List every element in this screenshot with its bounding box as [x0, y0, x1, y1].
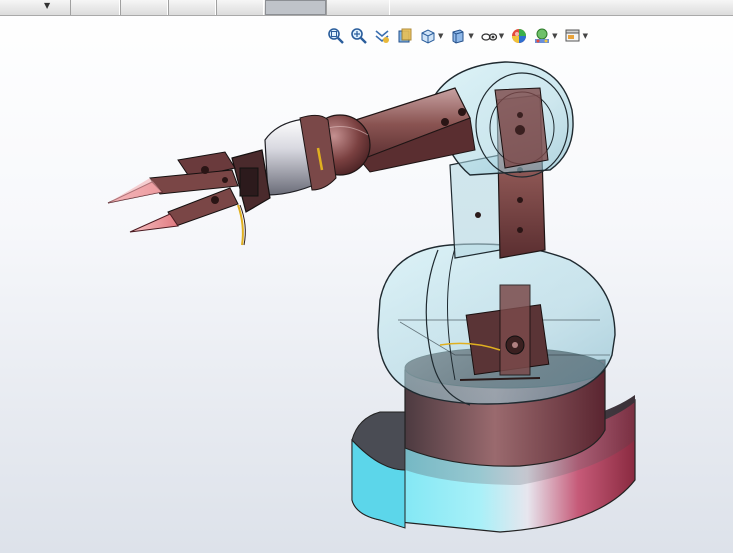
lower-finger-tip — [129, 213, 179, 233]
gripper-mount[interactable] — [231, 149, 271, 246]
toolbar-tab-2[interactable] — [120, 0, 168, 15]
command-manager-strip: ▼ — [0, 0, 733, 16]
toolbar-tab-6[interactable] — [326, 0, 390, 15]
toolbar-tab-3[interactable] — [168, 0, 216, 15]
robotic-arm-model[interactable] — [0, 16, 733, 553]
gripper[interactable] — [107, 151, 239, 233]
graphics-area[interactable] — [0, 16, 733, 553]
chevron-down-icon[interactable]: ▼ — [44, 1, 50, 10]
toolbar-tab-1[interactable] — [70, 0, 120, 15]
toolbar-tab-4[interactable] — [216, 0, 264, 15]
toolbar-tab-5[interactable] — [265, 0, 326, 15]
wrist-cylinder[interactable] — [260, 114, 337, 196]
